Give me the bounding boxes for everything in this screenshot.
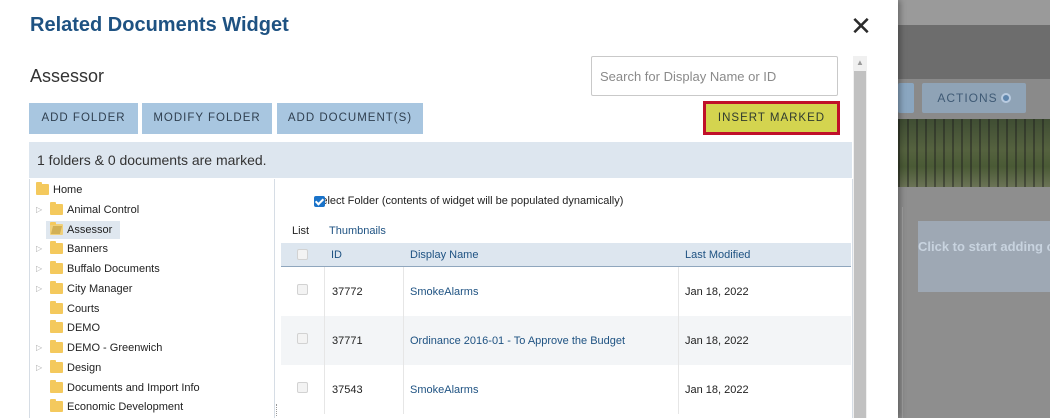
tree-item-documents-import-info[interactable]: Documents and Import Info <box>36 378 272 398</box>
expand-caret-icon[interactable]: ▷ <box>36 259 46 279</box>
folder-icon <box>50 380 63 393</box>
tree-item-label: Economic Development <box>67 401 184 413</box>
tree-item-label: Home <box>53 184 83 196</box>
column-header-id[interactable]: ID <box>331 243 342 267</box>
tree-item-label: Documents and Import Info <box>67 382 200 394</box>
cell-last-modified: Jan 18, 2022 <box>685 335 749 347</box>
current-folder-title: Assessor <box>30 66 105 86</box>
tree-item-label: Animal Control <box>67 204 140 216</box>
tree-item-animal-control[interactable]: ▷ Animal Control <box>36 200 272 220</box>
column-header-display-name[interactable]: Display Name <box>410 243 478 267</box>
cell-display-name[interactable]: SmokeAlarms <box>410 285 478 299</box>
expand-caret-icon[interactable]: ▷ <box>36 358 46 378</box>
folder-icon <box>50 301 63 314</box>
tree-item-label: City Manager <box>67 283 133 295</box>
folder-icon <box>36 182 49 195</box>
view-list-tab[interactable]: List <box>292 225 309 237</box>
close-icon[interactable]: ✕ <box>849 13 873 40</box>
background-hint-text: Click to start adding content. <box>918 221 1050 292</box>
table-row[interactable]: 37771 Ordinance 2016-01 - To Approve the… <box>281 316 851 365</box>
tree-item-home[interactable]: Home <box>36 180 272 200</box>
background-header-band <box>898 25 1050 79</box>
modal-title: Related Documents Widget <box>30 14 289 36</box>
table-row[interactable]: 37543 SmokeAlarms Jan 18, 2022 <box>281 365 851 414</box>
column-divider <box>403 267 404 316</box>
row-checkbox[interactable] <box>297 284 308 295</box>
open-folder-icon <box>50 222 63 235</box>
tree-item-design[interactable]: ▷ Design <box>36 358 272 378</box>
expand-caret-icon[interactable]: ▷ <box>36 200 46 220</box>
background-actions-button: ACTIONS <box>922 83 1026 113</box>
tree-item-demo[interactable]: DEMO <box>36 318 272 338</box>
tree-item-label: Courts <box>67 303 100 315</box>
add-documents-button[interactable]: ADD DOCUMENT(S) <box>277 103 423 134</box>
folder-tree: Home ▷ Animal Control Assessor ▷ Banners… <box>29 179 275 418</box>
folder-icon <box>50 261 63 274</box>
column-divider <box>324 365 325 414</box>
column-divider <box>324 267 325 316</box>
folder-icon <box>50 399 63 412</box>
cell-id: 37772 <box>332 286 363 298</box>
tree-item-economic-development[interactable]: Economic Development <box>36 397 272 417</box>
cell-id: 37543 <box>332 384 363 396</box>
tree-item-demo-greenwich[interactable]: ▷ DEMO - Greenwich <box>36 338 272 358</box>
row-checkbox[interactable] <box>297 382 308 393</box>
table-row[interactable]: 37772 SmokeAlarms Jan 18, 2022 <box>281 267 851 316</box>
folder-icon <box>50 340 63 353</box>
cell-last-modified: Jan 18, 2022 <box>685 286 749 298</box>
tree-item-label: Assessor <box>67 224 113 236</box>
search-input[interactable] <box>591 56 838 96</box>
select-folder-checkbox[interactable] <box>314 196 325 207</box>
column-divider <box>678 267 679 316</box>
background-divider <box>902 207 903 418</box>
cell-display-name[interactable]: SmokeAlarms <box>410 383 478 397</box>
column-divider <box>403 316 404 365</box>
expand-caret-icon[interactable]: ▷ <box>36 279 46 299</box>
cell-last-modified: Jan 18, 2022 <box>685 384 749 396</box>
view-thumbnails-tab[interactable]: Thumbnails <box>329 225 386 237</box>
row-checkbox[interactable] <box>297 333 308 344</box>
expand-caret-icon[interactable]: ▷ <box>36 239 46 259</box>
background-topbar <box>898 0 1050 25</box>
column-divider <box>403 365 404 414</box>
folder-icon <box>50 360 63 373</box>
insert-marked-button[interactable]: INSERT MARKED <box>703 101 840 135</box>
tree-item-label: DEMO - Greenwich <box>67 342 163 354</box>
background-image <box>898 119 1050 187</box>
tree-item-courts[interactable]: Courts <box>36 299 272 319</box>
marked-status-bar: 1 folders & 0 documents are marked. <box>29 142 852 178</box>
tree-item-label: Banners <box>67 243 108 255</box>
select-folder-label: Select Folder (contents of widget will b… <box>314 195 624 207</box>
cell-display-name[interactable]: Ordinance 2016-01 - To Approve the Budge… <box>410 334 625 348</box>
column-divider <box>678 365 679 414</box>
column-divider <box>324 316 325 365</box>
background-button-partial <box>898 83 914 113</box>
scroll-up-arrow-icon[interactable]: ▲ <box>853 56 867 70</box>
folder-icon <box>50 241 63 254</box>
tree-item-label: Design <box>67 362 102 374</box>
column-divider <box>678 316 679 365</box>
modify-folder-button[interactable]: MODIFY FOLDER <box>142 103 272 134</box>
expand-caret-icon[interactable]: ▷ <box>36 338 46 358</box>
add-folder-button[interactable]: ADD FOLDER <box>29 103 138 134</box>
related-documents-modal: Related Documents Widget ✕ Assessor ADD … <box>0 0 898 418</box>
tree-item-label: Buffalo Documents <box>67 263 160 275</box>
folder-icon <box>50 202 63 215</box>
tree-item-city-manager[interactable]: ▷ City Manager <box>36 279 272 299</box>
tree-item-banners[interactable]: ▷ Banners <box>36 239 272 259</box>
modal-scrollbar[interactable]: ▲ <box>853 56 867 418</box>
folder-icon <box>50 281 63 294</box>
tree-item-buffalo-documents[interactable]: ▷ Buffalo Documents <box>36 259 272 279</box>
actions-indicator-icon <box>1000 93 1011 103</box>
scroll-thumb[interactable] <box>854 71 866 418</box>
documents-table-header: ID Display Name Last Modified <box>281 243 851 267</box>
tree-item-label: DEMO <box>67 322 100 334</box>
folder-icon <box>50 320 63 333</box>
splitter-grip-icon[interactable] <box>276 404 278 416</box>
actions-label: ACTIONS <box>937 91 998 105</box>
cell-id: 37771 <box>332 335 363 347</box>
column-header-last-modified[interactable]: Last Modified <box>685 243 750 267</box>
select-all-checkbox[interactable] <box>297 249 308 260</box>
tree-item-assessor[interactable]: Assessor <box>36 220 272 240</box>
